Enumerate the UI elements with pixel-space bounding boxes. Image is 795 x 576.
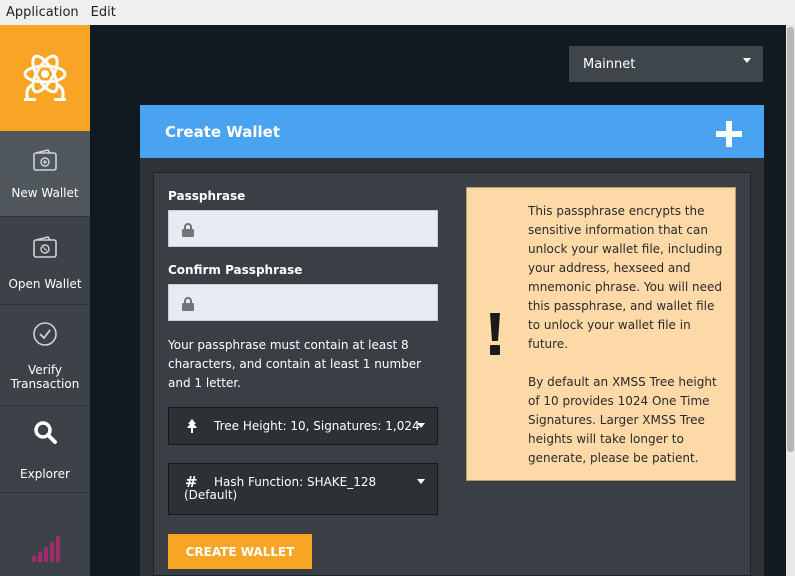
passphrase-input[interactable] — [204, 211, 434, 246]
tree-icon — [187, 419, 197, 433]
scrollbar[interactable] — [786, 25, 795, 576]
network-value: Mainnet — [583, 56, 636, 72]
chevron-down-icon — [417, 479, 425, 484]
atom-logo-icon — [23, 54, 67, 101]
info-paragraph-1: This passphrase encrypts the sensitive i… — [528, 204, 723, 351]
sidebar-item-label: Verify Transaction — [10, 363, 80, 391]
panel-header: Create Wallet — [140, 105, 764, 158]
lock-icon — [182, 223, 194, 237]
menubar: Application Edit — [0, 0, 795, 25]
info-paragraph-2: By default an XMSS Tree height of 10 pro… — [528, 375, 717, 465]
confirm-passphrase-input[interactable] — [204, 285, 434, 320]
app-logo[interactable] — [0, 25, 90, 131]
confirm-passphrase-label: Confirm Passphrase — [168, 263, 303, 277]
passphrase-label: Passphrase — [168, 189, 246, 203]
signal-strength-icon — [32, 536, 60, 562]
sidebar-item-new-wallet[interactable]: New Wallet — [0, 131, 90, 217]
plus-icon[interactable] — [716, 121, 742, 147]
passphrase-hint: Your passphrase must contain at least 8 … — [168, 338, 422, 390]
check-circle-icon — [33, 322, 57, 346]
tree-height-select[interactable]: Tree Height: 10, Signatures: 1,024 — [168, 407, 438, 445]
sidebar-item-verify-transaction[interactable]: Verify Transaction — [0, 306, 90, 406]
network-select[interactable]: Mainnet — [569, 46, 763, 82]
create-wallet-button[interactable]: CREATE WALLET — [168, 534, 312, 569]
lock-icon — [182, 297, 194, 311]
new-wallet-icon — [33, 149, 57, 171]
tree-height-value: Tree Height: 10, Signatures: 1,024 — [214, 419, 420, 433]
search-icon — [34, 421, 57, 444]
menu-edit[interactable]: Edit — [85, 5, 122, 20]
sidebar-item-open-wallet[interactable]: Open Wallet — [0, 218, 90, 305]
hash-function-value: Hash Function: SHAKE_128 (Default) — [184, 475, 377, 502]
confirm-passphrase-field[interactable] — [168, 284, 438, 321]
panel-title: Create Wallet — [165, 122, 281, 141]
sidebar: New Wallet Open Wallet Verify Transactio… — [0, 25, 90, 576]
sidebar-item-explorer[interactable]: Explorer — [0, 407, 90, 493]
menu-application[interactable]: Application — [0, 5, 85, 20]
chevron-down-icon — [417, 423, 425, 428]
info-box: This passphrase encrypts the sensitive i… — [466, 187, 736, 481]
sidebar-item-label: Explorer — [20, 467, 70, 481]
scrollbar-thumb[interactable] — [787, 27, 794, 452]
hash-function-select[interactable]: # Hash Function: SHAKE_128 (Default) — [168, 463, 438, 515]
open-wallet-icon — [33, 236, 57, 258]
exclamation-icon — [490, 313, 500, 355]
sidebar-item-label: Open Wallet — [8, 277, 82, 291]
sidebar-item-label: New Wallet — [11, 186, 79, 200]
passphrase-field[interactable] — [168, 210, 438, 247]
chevron-down-icon — [743, 58, 751, 63]
